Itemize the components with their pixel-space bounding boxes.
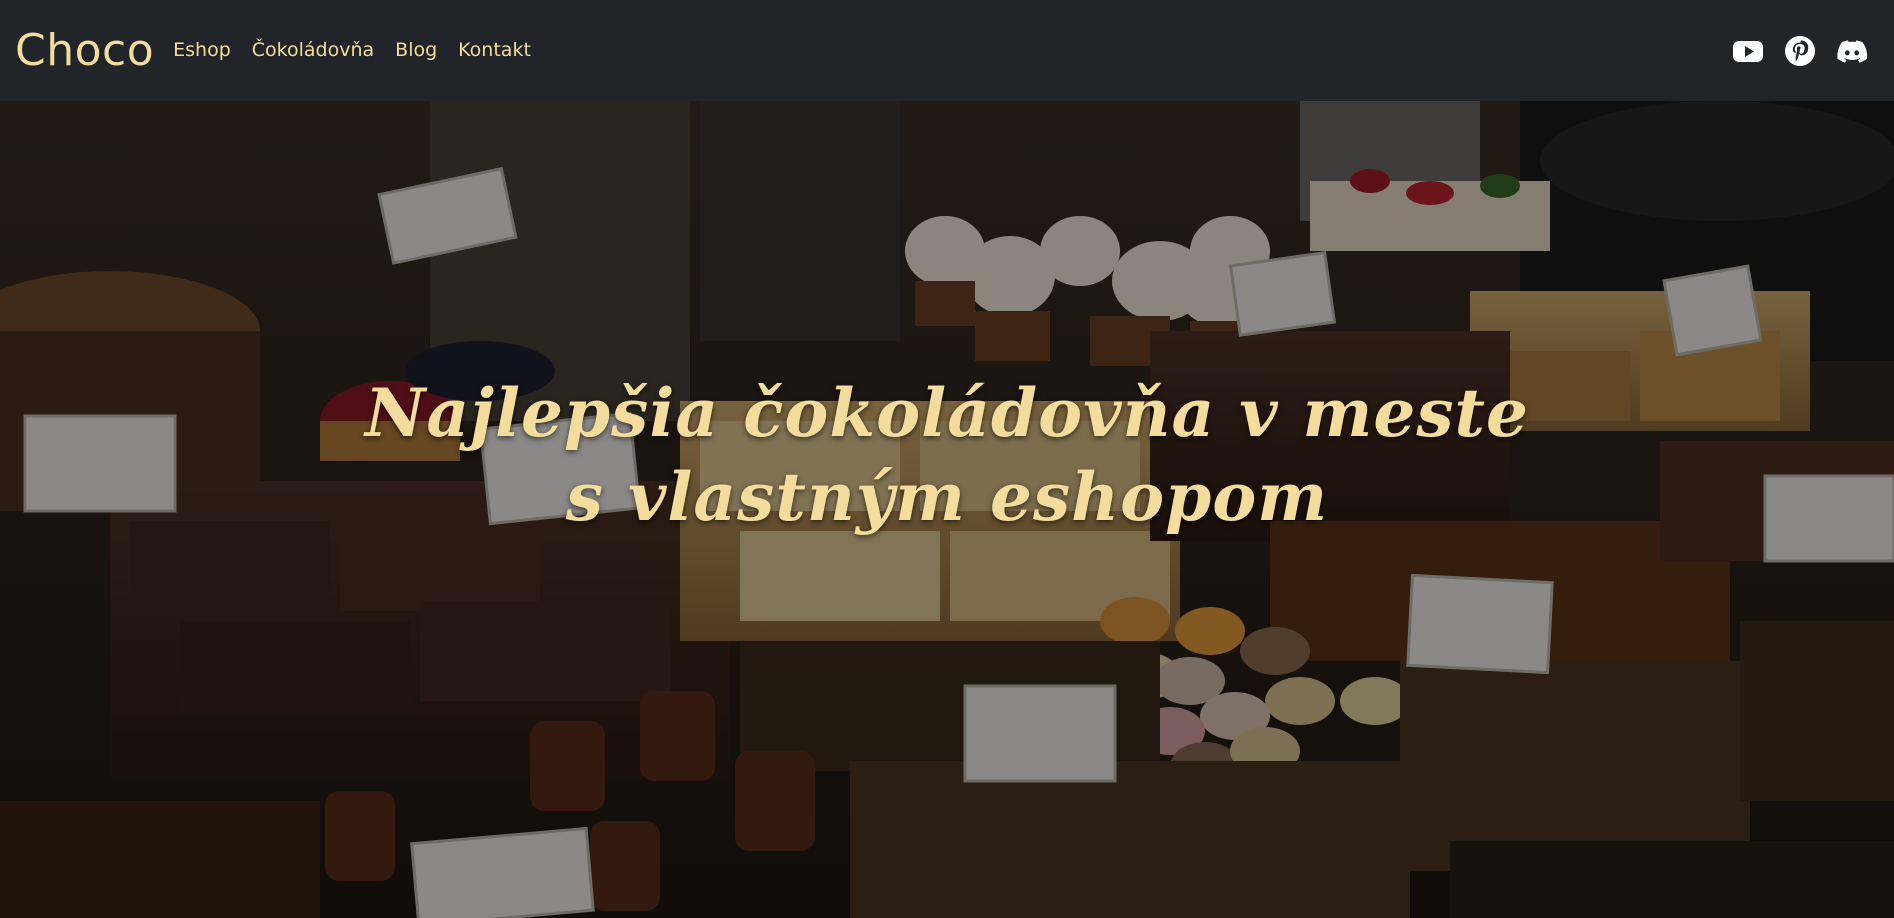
social-links <box>1732 35 1879 67</box>
hero-title-line-1: Najlepšia čokoládovňa v meste <box>365 374 1529 452</box>
nav-link-kontakt[interactable]: Kontakt <box>458 41 531 60</box>
pinterest-icon <box>1785 35 1815 66</box>
nav-link-cokoladovna[interactable]: Čokoládovňa <box>252 41 374 60</box>
hero-title-line-2: s vlastným eshopom <box>565 458 1329 536</box>
nav-link-eshop[interactable]: Eshop <box>173 41 231 60</box>
brand-logo-link[interactable]: Choco <box>15 28 154 73</box>
discord-icon <box>1837 39 1868 63</box>
hero-title: Najlepšia čokoládovňa v meste s vlastným… <box>0 371 1894 539</box>
navbar: Choco Eshop Čokoládovňa Blog Kontakt <box>0 0 1894 101</box>
youtube-icon <box>1733 40 1763 62</box>
youtube-link[interactable] <box>1732 35 1764 67</box>
nav-link-blog[interactable]: Blog <box>395 41 437 60</box>
discord-link[interactable] <box>1836 35 1868 67</box>
nav-links: Eshop Čokoládovňa Blog Kontakt <box>173 41 531 60</box>
pinterest-link[interactable] <box>1784 35 1816 67</box>
hero-section: Najlepšia čokoládovňa v meste s vlastným… <box>0 101 1894 918</box>
